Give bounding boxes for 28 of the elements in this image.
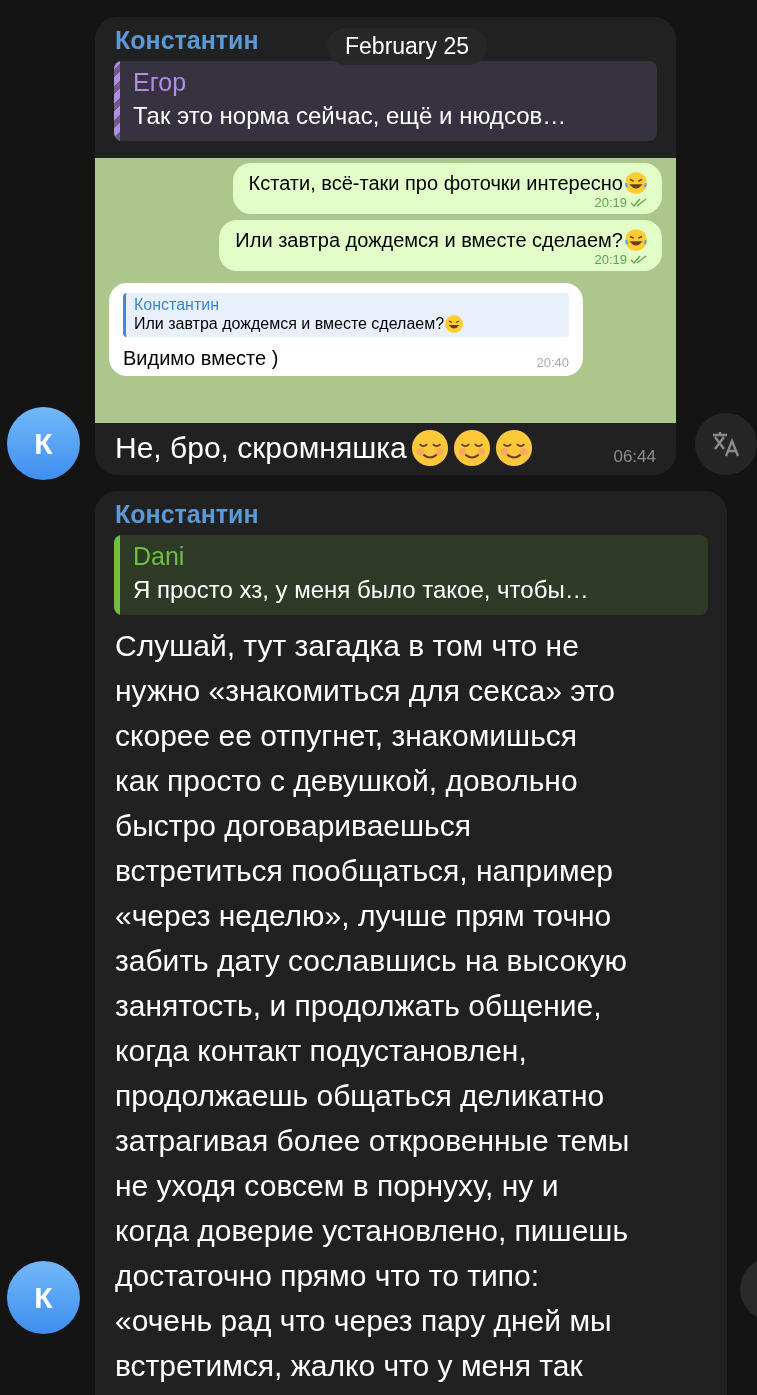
reply-author: Егор [133, 67, 188, 98]
reply-quote[interactable]: Dani Я просто хз, у меня было такое, чтобы… [114, 535, 708, 615]
message-time: 20:19 [594, 252, 627, 267]
reply-quote[interactable]: Егор Так это норма сейчас, ещё и нюдсов… [114, 61, 657, 141]
reply-text: Я просто хз, у меня было такое, чтобы… [133, 575, 589, 605]
message-time: 06:44 [613, 447, 656, 467]
message-text: Кстати, всё-таки про фоточки интересно [248, 171, 623, 195]
message-time: 20:40 [536, 355, 569, 370]
smiling-face-icon [452, 429, 491, 467]
reply-text: Или завтра дождемся и вместе сделаем? [134, 315, 445, 333]
smiling-face-icon [410, 429, 449, 467]
message-time: 20:19 [594, 195, 627, 210]
laughing-face-icon [624, 171, 648, 195]
reply-author: Dani [133, 541, 186, 572]
date-badge: February 25 [327, 28, 487, 65]
message-text: Не, бро, скромняшка [115, 431, 407, 465]
smiling-face-icon [494, 429, 533, 467]
reply-author: Константин [134, 296, 221, 314]
laughing-face-icon [444, 314, 465, 334]
sender-name: Константин [115, 25, 259, 55]
sender-name: Константин [115, 499, 259, 529]
message-text: Слушай, тут загадка в том что не нужно «знакомиться для секса» это скорее ее отпугнет, знакомишься как просто с девушкой, довольно быстро договариваешься встретиться пообщаться, например «через неделю», лучше прям точно забить дату сославшись на высокую занятость, и продолжать общение, когда контакт подустановлен, продолжаешь общаться деликатно затрагивая более откровенные темы не уходя совсем в порнуху, ну и когда доверие установлено, пишешь достаточно прямо что то типо: «очень рад что через пару дней мы встретимся, жалко что у меня так [114, 628, 631, 1384]
laughing-face-icon [624, 228, 648, 252]
reply-quote[interactable]: Константин Или завтра дождемся и вместе сделаем? [123, 293, 569, 337]
translate-icon [711, 431, 741, 457]
message-text: Или завтра дождемся и вместе сделаем? [235, 228, 623, 252]
message-text: Видимо вместе ) [123, 347, 279, 370]
reply-text: Так это норма сейчас, ещё и нюдсов… [133, 101, 567, 131]
